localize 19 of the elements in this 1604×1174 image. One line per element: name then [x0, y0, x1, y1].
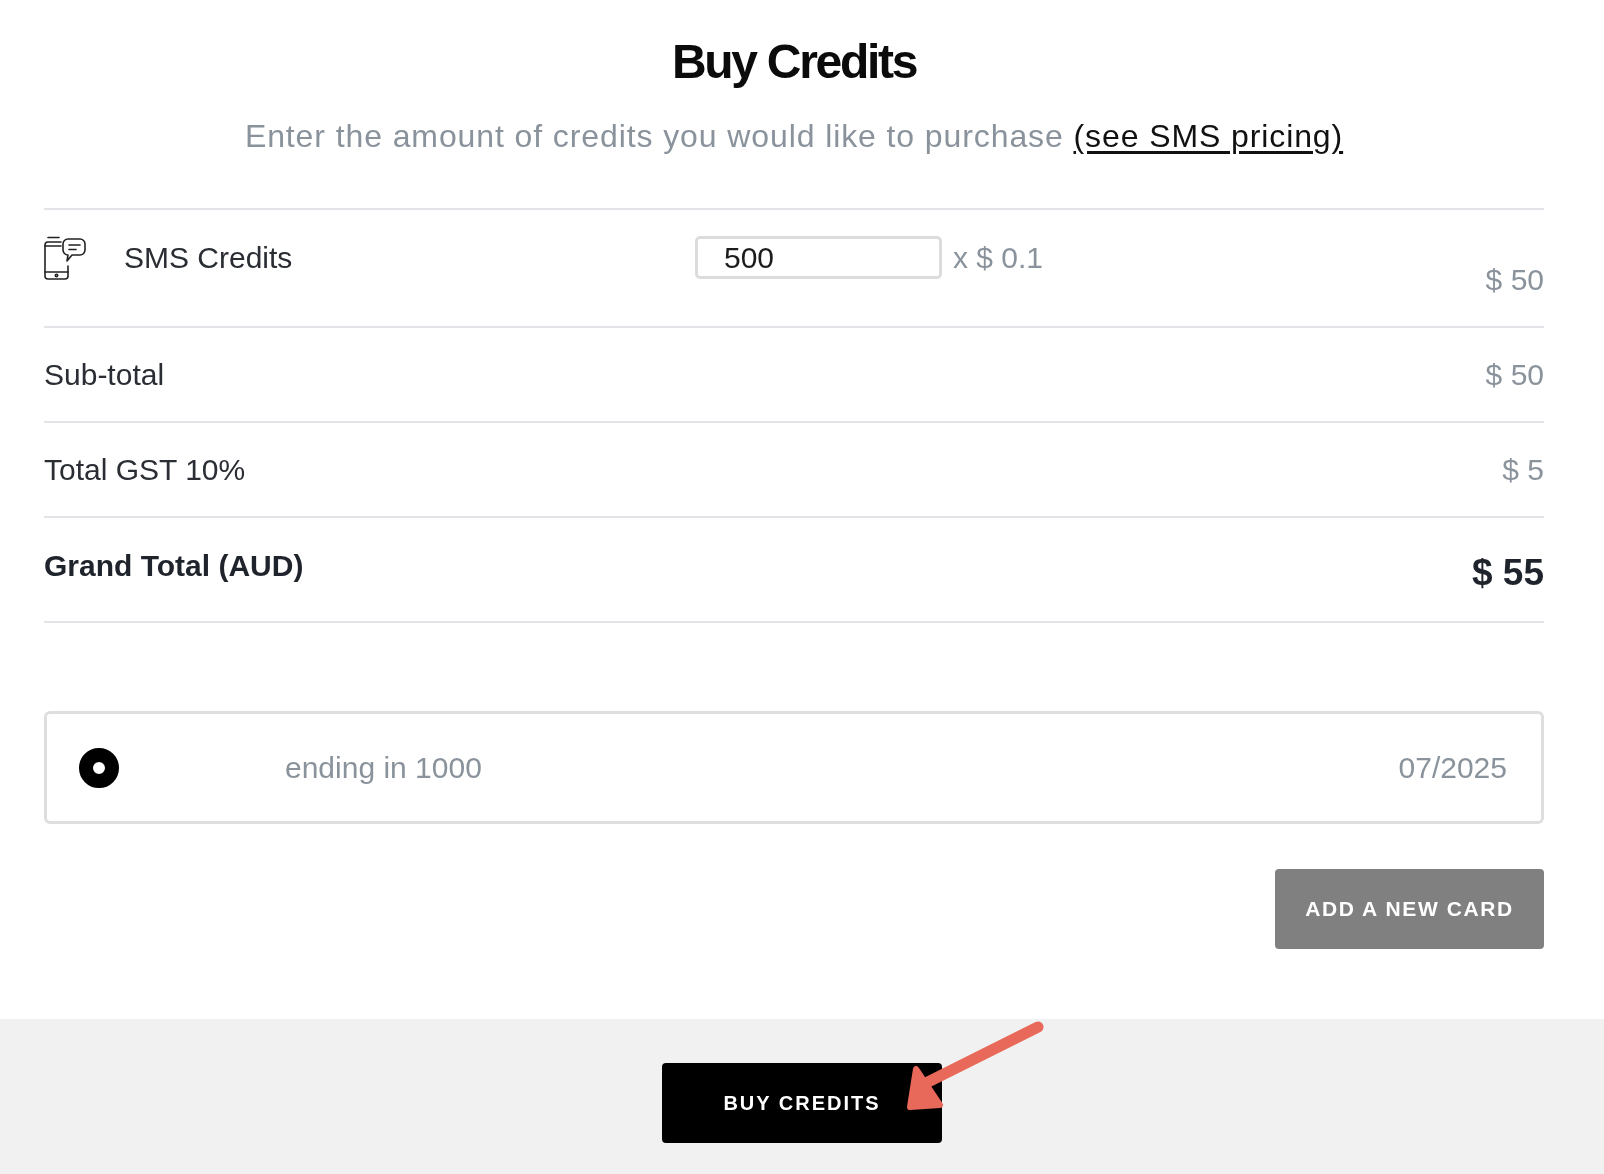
- subtitle-text: Enter the amount of credits you would like to purchase (see SMS pricing): [244, 117, 1344, 156]
- summary-label: Total GST 10%: [44, 451, 246, 488]
- radio-icon[interactable]: [79, 747, 119, 788]
- summary-label: Sub-total: [44, 356, 165, 393]
- card-expiry: 07/2025: [1398, 750, 1507, 785]
- buy-credits-button[interactable]: BUY CREDITS: [662, 1063, 942, 1143]
- summary-label: Grand Total (AUD): [44, 547, 304, 584]
- page-title: Buy Credits: [671, 34, 917, 90]
- item-amount: $ 50: [1485, 262, 1544, 298]
- unit-price: x $ 0.1: [953, 240, 1044, 276]
- quantity-field[interactable]: 500: [695, 236, 942, 279]
- add-card-button[interactable]: ADD A NEW CARD: [1275, 869, 1544, 949]
- card-number: ending in 1000: [285, 750, 482, 785]
- summary-value: $ 5: [1502, 451, 1544, 488]
- summary-value: $ 50: [1485, 356, 1544, 393]
- summary-value: $ 55: [1472, 550, 1544, 595]
- item-name: SMS Credits: [124, 240, 294, 276]
- phone-chat-icon: [44, 236, 86, 280]
- pricing-link[interactable]: (see SMS pricing): [1073, 118, 1344, 154]
